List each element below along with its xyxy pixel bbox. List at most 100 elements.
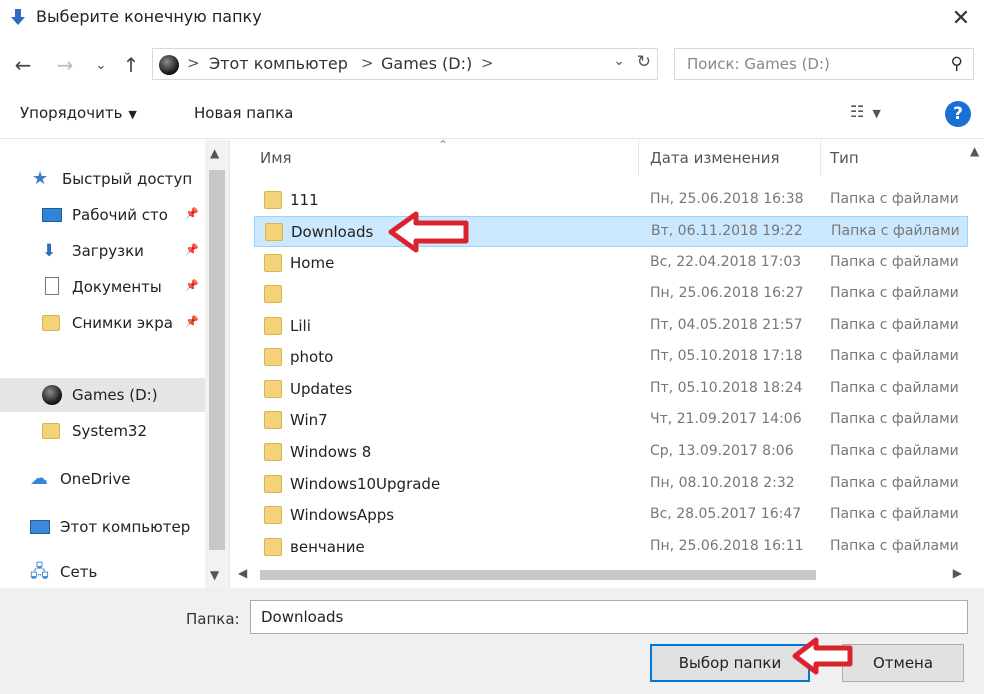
select-folder-label: Выбор папки: [678, 654, 782, 672]
star-icon: ★: [32, 168, 49, 189]
breadcrumb-separator: >: [361, 54, 374, 72]
breadcrumb-games-d[interactable]: Games (D:): [381, 54, 472, 73]
disk-icon: [42, 385, 62, 405]
refresh-icon[interactable]: ↻: [637, 52, 651, 72]
pin-icon[interactable]: 📌: [185, 315, 199, 328]
item-type: Папка с файлами: [830, 443, 959, 459]
search-box[interactable]: Поиск: Games (D:) ⚲: [674, 48, 974, 80]
address-bar[interactable]: > Этот компьютер > Games (D:) > ⌄ ↻: [152, 48, 658, 80]
list-item[interactable]: WindowsApps Вс, 28.05.2017 16:47 Папка с…: [254, 500, 968, 531]
organize-button[interactable]: Упорядочить ▼: [20, 104, 137, 122]
drive-icon: [159, 55, 179, 75]
column-name[interactable]: Имя: [260, 149, 292, 167]
list-item-selected[interactable]: Downloads Вт, 06.11.2018 19:22 Папка с ф…: [254, 216, 968, 247]
sidebar-item-games-d[interactable]: Games (D:): [0, 378, 205, 412]
cancel-button[interactable]: Отмена: [842, 644, 964, 682]
column-divider[interactable]: [638, 140, 639, 176]
address-dropdown-icon[interactable]: ⌄: [613, 53, 625, 69]
item-type: Папка с файлами: [830, 254, 959, 270]
list-item[interactable]: Windows 8 Ср, 13.09.2017 8:06 Папка с фа…: [254, 437, 968, 468]
help-button[interactable]: ?: [945, 101, 971, 127]
scroll-down-icon[interactable]: ▼: [210, 568, 219, 582]
sidebar-item-label: Games (D:): [72, 386, 158, 404]
breadcrumb-this-pc[interactable]: Этот компьютер: [209, 54, 348, 73]
scrollbar-thumb[interactable]: [260, 570, 816, 580]
folder-icon: [264, 285, 282, 303]
item-name: Windows10Upgrade: [290, 475, 441, 493]
folder-icon: [42, 423, 60, 439]
scroll-right-icon[interactable]: ▶: [953, 566, 962, 580]
back-button[interactable]: ←: [10, 52, 36, 78]
sidebar-item-quick-access[interactable]: ★ Быстрый доступ: [0, 162, 205, 196]
item-name: Updates: [290, 380, 353, 398]
sidebar-item-network[interactable]: 🖧 Сеть: [0, 558, 205, 586]
desktop-icon: [42, 208, 62, 222]
column-date[interactable]: Дата изменения: [650, 149, 780, 167]
search-placeholder: Поиск: Games (D:): [687, 55, 830, 73]
sidebar-item-onedrive[interactable]: ☁ OneDrive: [0, 462, 205, 496]
item-name: Win7: [290, 411, 328, 429]
item-name: венчание: [290, 538, 365, 556]
list-item[interactable]: венчание Пн, 25.06.2018 16:11 Папка с фа…: [254, 532, 968, 563]
sidebar-item-desktop[interactable]: Рабочий сто 📌: [0, 198, 205, 232]
item-date: Вт, 06.11.2018 19:22: [651, 223, 803, 239]
caret-down-icon: ▼: [872, 107, 881, 120]
cloud-icon: ☁: [30, 468, 48, 489]
sidebar-scrollbar[interactable]: ▲ ▼: [205, 140, 229, 588]
window-title: Выберите конечную папку: [36, 7, 262, 26]
sidebar-item-this-pc[interactable]: Этот компьютер: [0, 510, 205, 544]
forward-button[interactable]: →: [52, 52, 78, 78]
item-date: Пн, 08.10.2018 2:32: [650, 475, 795, 491]
scrollbar-thumb[interactable]: [209, 170, 225, 550]
list-item[interactable]: Home Вс, 22.04.2018 17:03 Папка с файлам…: [254, 248, 968, 279]
item-date: Пт, 05.10.2018 17:18: [650, 348, 803, 364]
item-type: Папка с файлами: [830, 317, 959, 333]
column-type[interactable]: Тип: [830, 149, 859, 167]
pin-icon[interactable]: 📌: [185, 207, 199, 220]
network-icon: 🖧: [30, 562, 49, 582]
list-scrollbar[interactable]: ▲: [968, 140, 984, 588]
item-date: Пт, 04.05.2018 21:57: [650, 317, 803, 333]
up-button[interactable]: ↑: [118, 52, 144, 78]
sidebar-item-documents[interactable]: Документы 📌: [0, 270, 205, 304]
list-item[interactable]: Lili Пт, 04.05.2018 21:57 Папка с файлам…: [254, 311, 968, 342]
folder-icon: [264, 443, 282, 461]
item-name: photo: [290, 348, 334, 366]
folder-icon: [264, 380, 282, 398]
navigation-bar: ← → ⌄ ↑ > Этот компьютер > Games (D:) > …: [0, 44, 984, 84]
details-view-icon: ☷: [850, 102, 865, 121]
item-type: Папка с файлами: [830, 191, 959, 207]
scroll-up-icon[interactable]: ▲: [970, 144, 979, 158]
list-item[interactable]: photo Пт, 05.10.2018 17:18 Папка с файла…: [254, 342, 968, 373]
cancel-label: Отмена: [872, 654, 934, 672]
list-item[interactable]: 111 Пн, 25.06.2018 16:38 Папка с файлами: [254, 185, 968, 216]
scroll-up-icon[interactable]: ▲: [210, 146, 219, 160]
list-item[interactable]: Updates Пт, 05.10.2018 18:24 Папка с фай…: [254, 374, 968, 405]
sidebar-item-label: Загрузки: [72, 242, 144, 260]
recent-locations-button[interactable]: ⌄: [88, 52, 114, 78]
folder-icon: [264, 348, 282, 366]
pin-icon[interactable]: 📌: [185, 243, 199, 256]
sidebar-item-downloads[interactable]: ⬇ Загрузки 📌: [0, 234, 205, 268]
search-icon: ⚲: [950, 54, 963, 74]
up-arrow-icon: ↑: [122, 53, 140, 77]
pin-icon[interactable]: 📌: [185, 279, 199, 292]
new-folder-button[interactable]: Новая папка: [194, 104, 293, 122]
folder-name-input[interactable]: [250, 600, 968, 634]
scroll-left-icon[interactable]: ◀: [238, 566, 247, 580]
sidebar-item-system32[interactable]: System32: [0, 414, 205, 448]
view-options-button[interactable]: ☷ ▼: [850, 102, 881, 121]
list-item[interactable]: Win7 Чт, 21.09.2017 14:06 Папка с файлам…: [254, 405, 968, 436]
item-date: Вс, 22.04.2018 17:03: [650, 254, 802, 270]
document-icon: [45, 277, 59, 295]
column-divider[interactable]: [820, 140, 821, 176]
folder-icon: [264, 506, 282, 524]
close-button[interactable]: ✕: [942, 0, 980, 36]
list-item[interactable]: Windows10Upgrade Пн, 08.10.2018 2:32 Пап…: [254, 469, 968, 500]
list-item[interactable]: Пн, 25.06.2018 16:27 Папка с файлами: [254, 279, 968, 310]
select-folder-button[interactable]: Выбор папки: [650, 644, 810, 682]
sidebar-item-screenshots[interactable]: Снимки экра 📌: [0, 306, 205, 340]
file-list: ⌃ Имя Дата изменения Тип 111 Пн, 25.06.2…: [232, 138, 984, 588]
sidebar-item-label: OneDrive: [60, 470, 131, 488]
horizontal-scrollbar[interactable]: ◀ ▶: [232, 564, 968, 584]
